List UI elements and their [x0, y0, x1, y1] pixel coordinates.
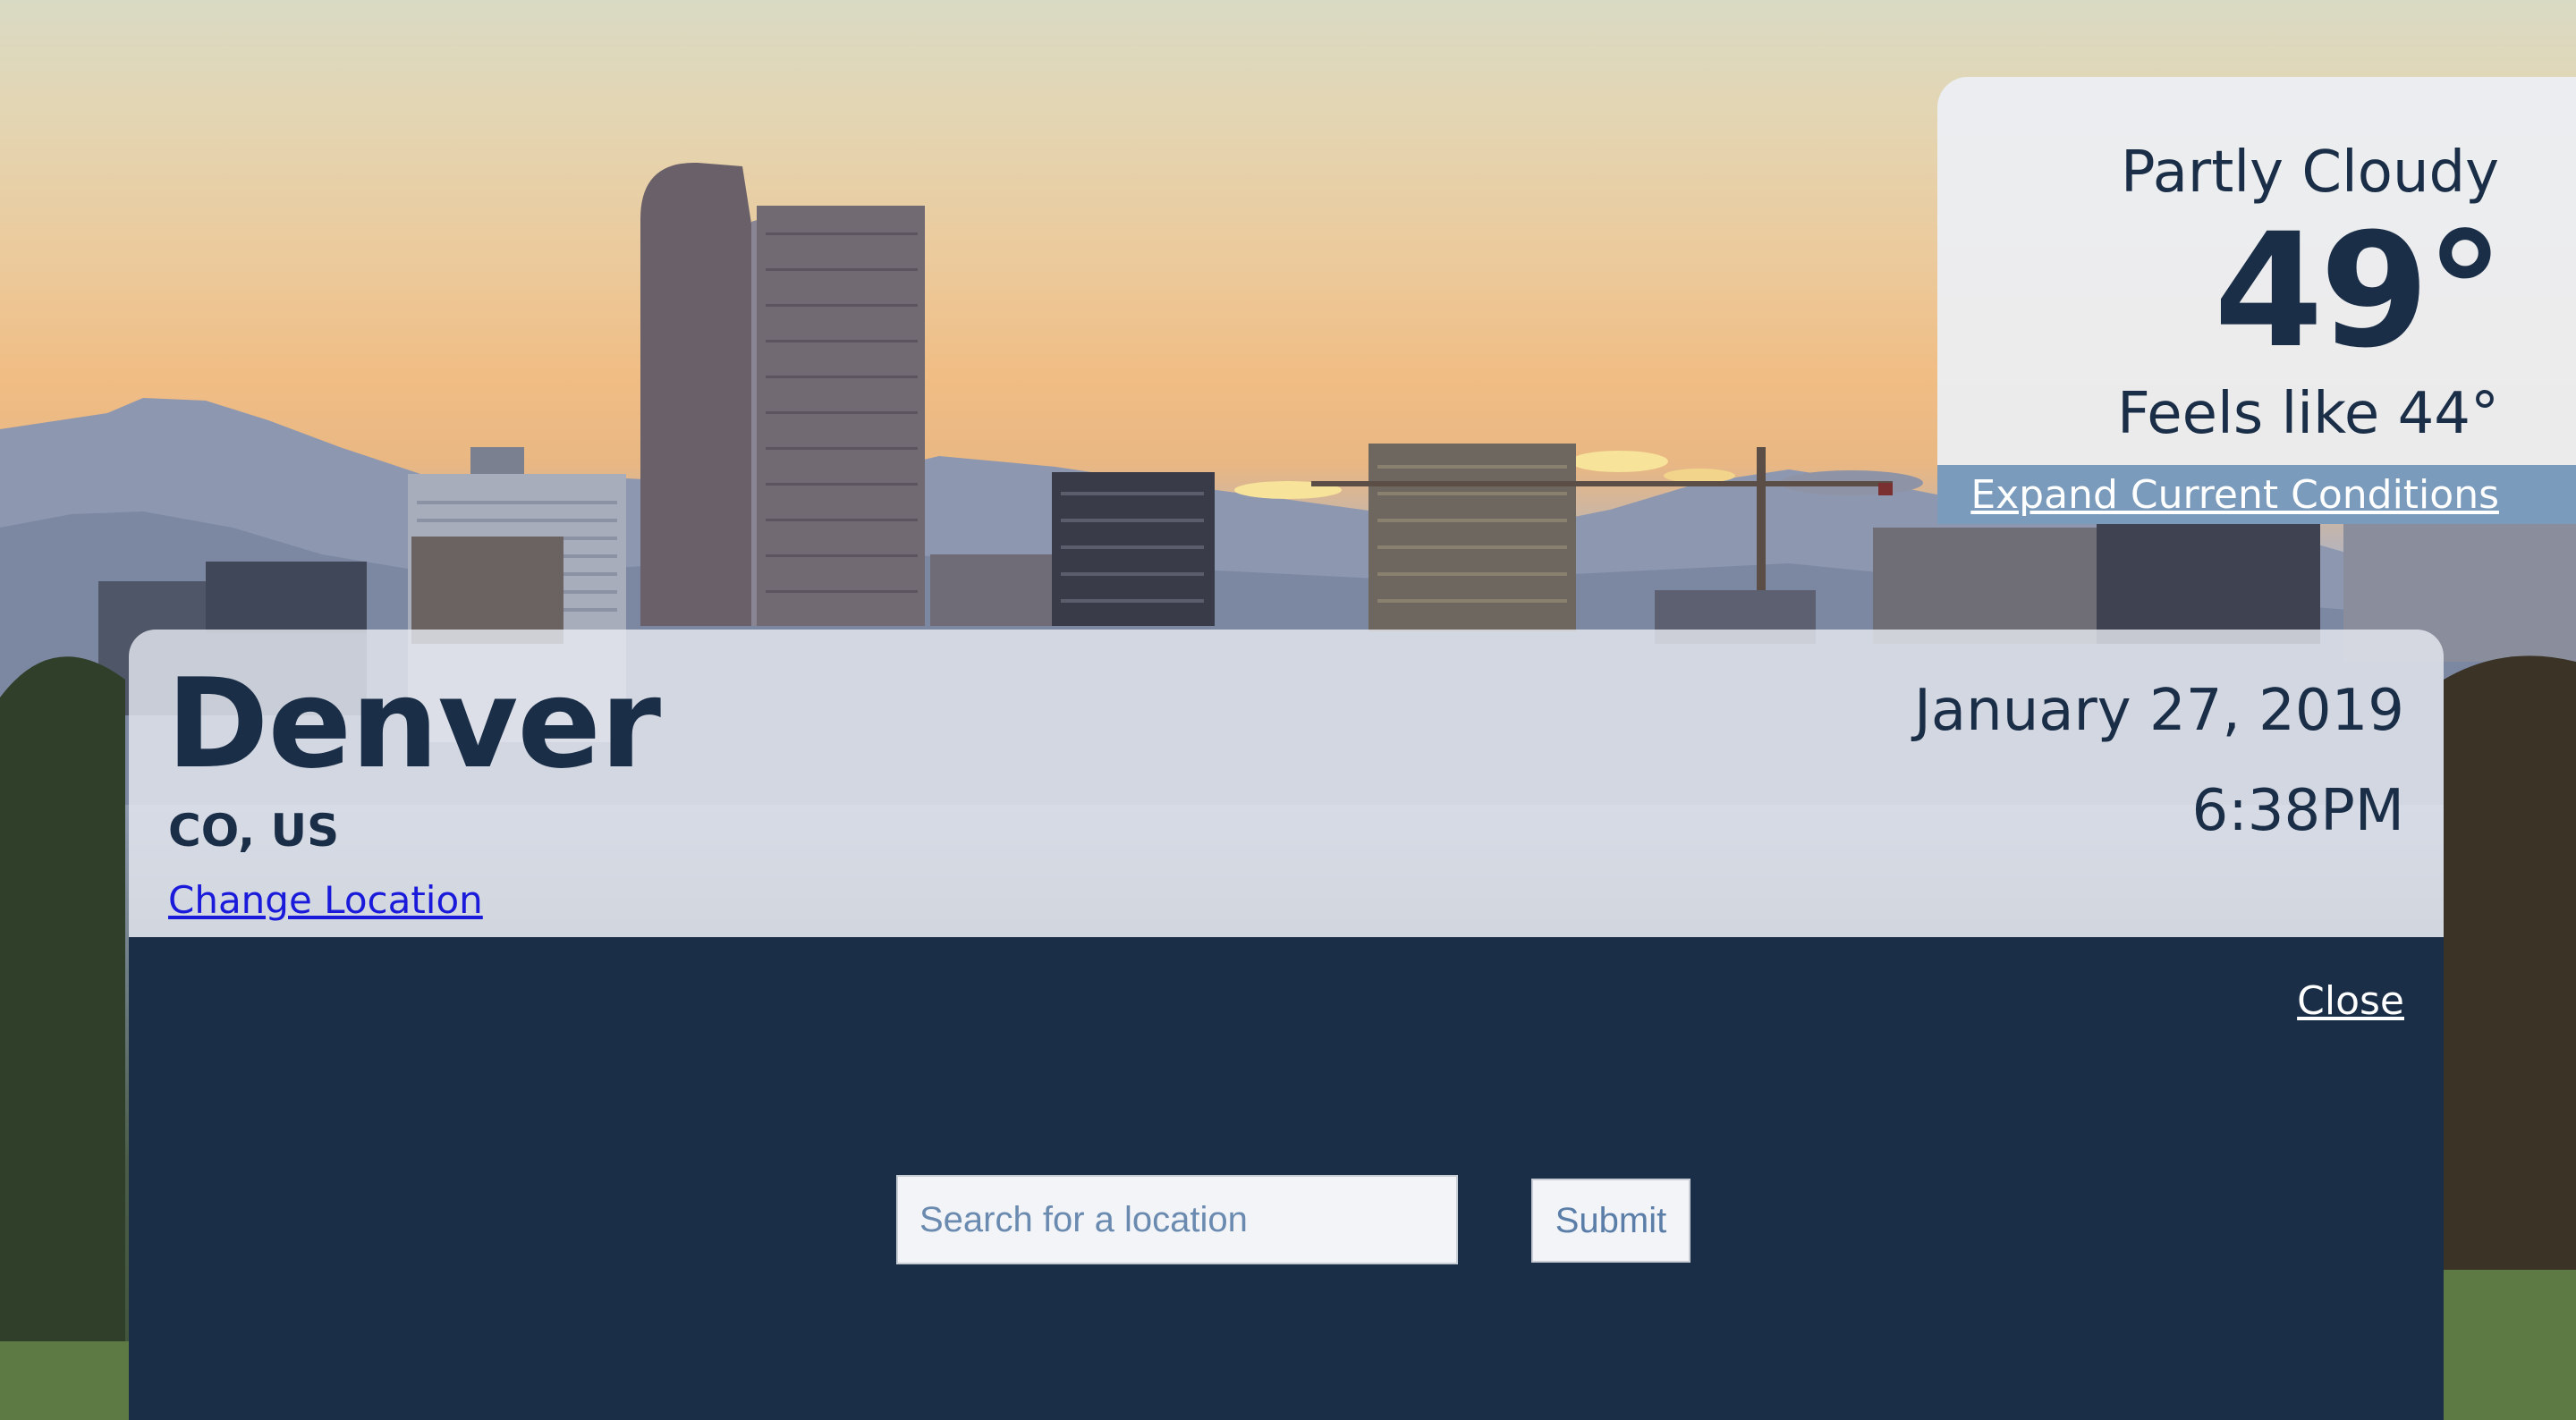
city-name: Denver	[166, 652, 661, 796]
location-search-input[interactable]	[896, 1175, 1458, 1264]
close-link[interactable]: Close	[2297, 978, 2404, 1024]
current-time: 6:38PM	[2191, 778, 2404, 844]
feels-like-temperature: Feels like 44°	[2116, 381, 2499, 447]
change-location-panel: Close Submit	[129, 937, 2444, 1420]
current-conditions-card: Partly Cloudy 49° Feels like 44° Expand …	[1937, 77, 2576, 524]
weather-summary: Partly Cloudy	[2120, 139, 2499, 206]
current-date: January 27, 2019	[1914, 678, 2404, 744]
expand-conditions-bar: Expand Current Conditions	[1937, 465, 2576, 524]
current-temperature: 49°	[2214, 199, 2504, 383]
expand-current-conditions-link[interactable]: Expand Current Conditions	[1970, 472, 2499, 518]
change-location-link[interactable]: Change Location	[168, 878, 483, 922]
location-header: Denver CO, US Change Location January 27…	[129, 630, 2444, 937]
region-name: CO, US	[168, 805, 340, 857]
submit-button[interactable]: Submit	[1531, 1179, 1690, 1263]
